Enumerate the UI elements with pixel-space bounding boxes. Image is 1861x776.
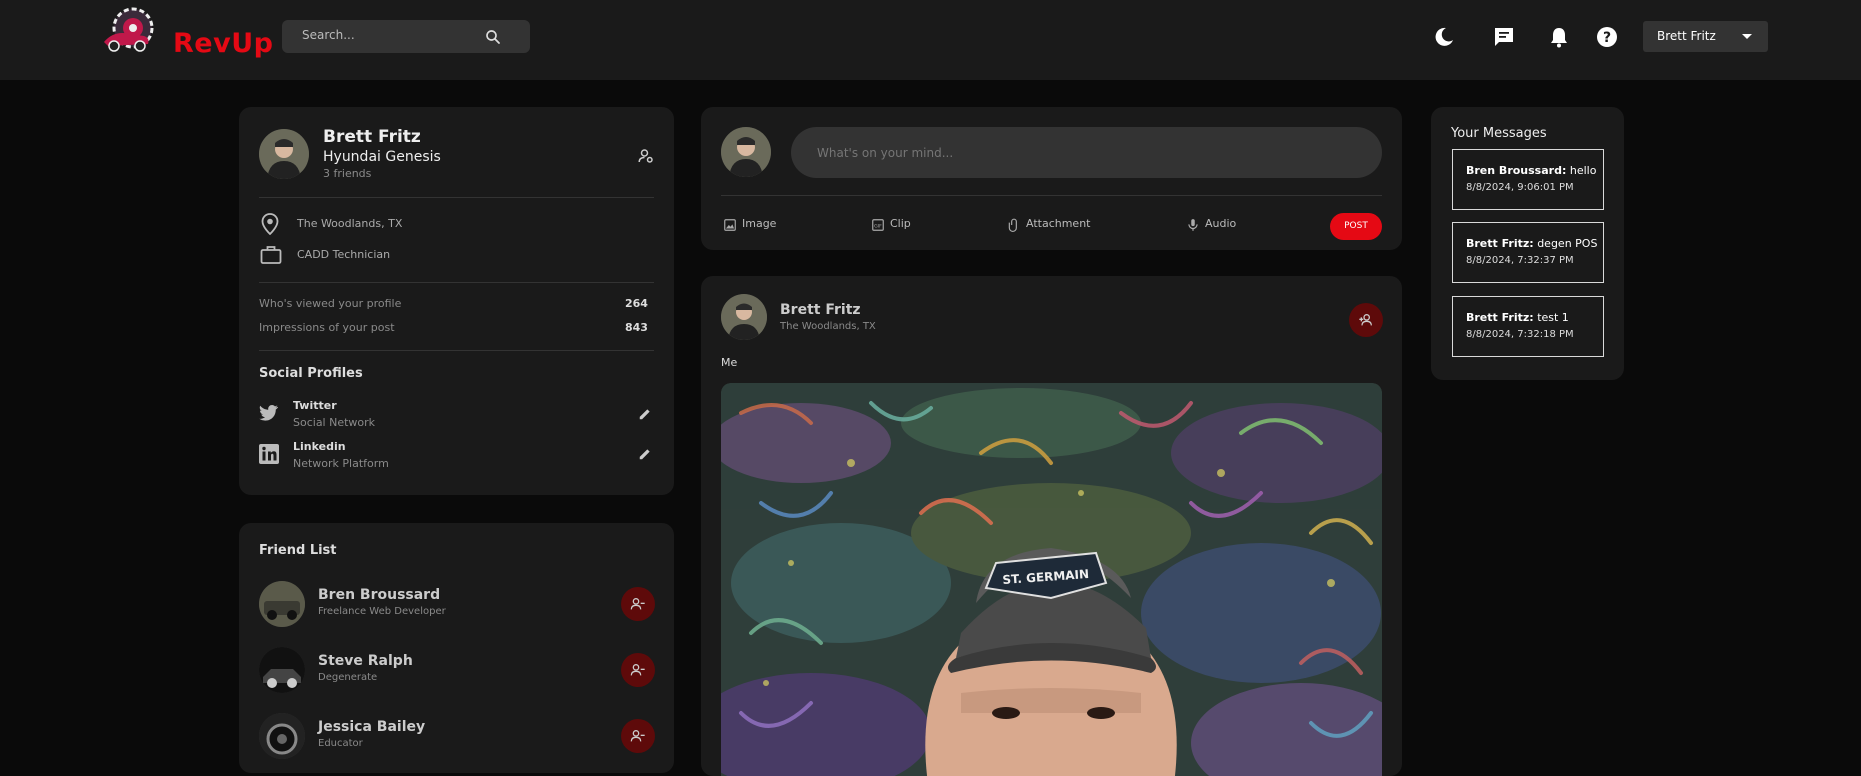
- friend-title: Educator: [318, 738, 363, 749]
- composer-avatar: [721, 127, 771, 177]
- message-time: 8/8/2024, 9:06:01 PM: [1466, 182, 1574, 193]
- user-menu-label: Brett Fritz: [1657, 29, 1716, 43]
- edit-pencil-icon[interactable]: [638, 407, 652, 421]
- post-author-avatar[interactable]: [721, 294, 767, 340]
- friend-avatar[interactable]: [259, 713, 305, 759]
- moon-icon[interactable]: [1432, 25, 1456, 49]
- logo-icon[interactable]: [100, 6, 162, 56]
- microphone-icon: [1188, 219, 1198, 231]
- linkedin-icon: [259, 444, 279, 464]
- friend-name[interactable]: Steve Ralph: [318, 653, 413, 669]
- twitter-link[interactable]: Twitter: [293, 399, 337, 412]
- manage-account-icon[interactable]: [637, 147, 655, 165]
- profile-car: Hyundai Genesis: [323, 149, 441, 165]
- friend-avatar[interactable]: [259, 647, 305, 693]
- clip-label: Clip: [890, 217, 911, 230]
- post-button[interactable]: POST: [1330, 213, 1382, 240]
- social-profiles-heading: Social Profiles: [259, 366, 363, 381]
- svg-text:?: ?: [1603, 30, 1611, 46]
- friend-name[interactable]: Jessica Bailey: [318, 719, 425, 735]
- post-author-name[interactable]: Brett Fritz: [780, 302, 861, 318]
- gif-box-icon: GIF: [872, 219, 884, 231]
- messages-heading: Your Messages: [1451, 126, 1547, 141]
- profile-location: The Woodlands, TX: [297, 217, 403, 230]
- svg-text:GIF: GIF: [874, 223, 882, 229]
- message-item[interactable]: Brett Fritz: test 1 8/8/2024, 7:32:18 PM: [1452, 296, 1604, 357]
- message-item[interactable]: Bren Broussard: hello 8/8/2024, 9:06:01 …: [1452, 149, 1604, 210]
- friend-title: Freelance Web Developer: [318, 606, 446, 617]
- remove-friend-button[interactable]: [621, 587, 655, 621]
- message-text: test 1: [1537, 311, 1569, 324]
- message-item[interactable]: Brett Fritz: degen POS 8/8/2024, 7:32:37…: [1452, 222, 1604, 283]
- person-remove-icon: [630, 598, 645, 610]
- friend-list-heading: Friend List: [259, 543, 337, 558]
- divider: [721, 195, 1382, 196]
- person-add-icon: [1359, 314, 1372, 326]
- divider: [259, 350, 654, 351]
- profile-name[interactable]: Brett Fritz: [323, 127, 421, 147]
- person-remove-icon: [630, 664, 645, 676]
- remove-friend-button[interactable]: [621, 719, 655, 753]
- message-text: degen POS: [1537, 237, 1598, 250]
- feed-post: Brett Fritz The Woodlands, TX Me ST. GER…: [701, 276, 1402, 776]
- brand-name[interactable]: RevUp: [173, 28, 273, 59]
- message-sender: Brett Fritz:: [1466, 237, 1534, 250]
- search-input[interactable]: [302, 28, 482, 42]
- stat-label-views: Who's viewed your profile: [259, 297, 402, 310]
- image-label: Image: [742, 217, 777, 230]
- chat-icon[interactable]: [1492, 25, 1516, 49]
- post-caption: Me: [721, 356, 738, 369]
- post-image[interactable]: ST. GERMAIN: [721, 383, 1382, 776]
- location-pin-icon: [261, 213, 279, 235]
- chevron-down-icon: [1742, 34, 1752, 39]
- edit-pencil-icon[interactable]: [638, 447, 652, 461]
- linkedin-type: Network Platform: [293, 457, 389, 470]
- friend-title: Degenerate: [318, 672, 378, 683]
- profile-avatar[interactable]: [259, 129, 309, 179]
- linkedin-link[interactable]: Linkedin: [293, 440, 346, 453]
- divider: [259, 197, 654, 198]
- friend-list-card: Friend List Bren Broussard Freelance Web…: [239, 523, 674, 773]
- post-composer: Image GIF Clip Attachment Audio POST: [701, 107, 1402, 250]
- stat-value-views: 264: [625, 297, 648, 310]
- twitter-icon: [259, 405, 278, 421]
- top-navbar: RevUp ? Brett Fritz: [0, 0, 1861, 80]
- twitter-type: Social Network: [293, 416, 376, 429]
- help-icon[interactable]: ?: [1595, 25, 1619, 49]
- friend-count: 3 friends: [323, 167, 372, 180]
- paperclip-icon: [1008, 218, 1017, 232]
- post-text-input[interactable]: [791, 127, 1382, 178]
- attachment-label: Attachment: [1026, 217, 1091, 230]
- profile-occupation: CADD Technician: [297, 248, 391, 261]
- divider: [259, 282, 654, 283]
- stat-value-impressions: 843: [625, 321, 648, 334]
- stat-label-impressions: Impressions of your post: [259, 321, 395, 334]
- person-remove-icon: [630, 730, 645, 742]
- friend-name[interactable]: Bren Broussard: [318, 587, 440, 603]
- message-text: hello: [1569, 164, 1597, 177]
- message-time: 8/8/2024, 7:32:18 PM: [1466, 329, 1574, 340]
- image-icon: [724, 219, 736, 231]
- audio-label: Audio: [1205, 217, 1237, 230]
- user-menu-dropdown[interactable]: Brett Fritz: [1643, 21, 1768, 52]
- search-icon[interactable]: [484, 28, 502, 46]
- friend-avatar[interactable]: [259, 581, 305, 627]
- message-time: 8/8/2024, 7:32:37 PM: [1466, 255, 1574, 266]
- post-author-location: The Woodlands, TX: [780, 321, 876, 332]
- profile-card: Brett Fritz Hyundai Genesis 3 friends Th…: [239, 107, 674, 495]
- add-friend-button[interactable]: [1349, 303, 1383, 337]
- bell-icon[interactable]: [1547, 25, 1571, 49]
- remove-friend-button[interactable]: [621, 653, 655, 687]
- message-sender: Brett Fritz:: [1466, 311, 1534, 324]
- message-sender: Bren Broussard:: [1466, 164, 1567, 177]
- briefcase-icon: [260, 246, 282, 264]
